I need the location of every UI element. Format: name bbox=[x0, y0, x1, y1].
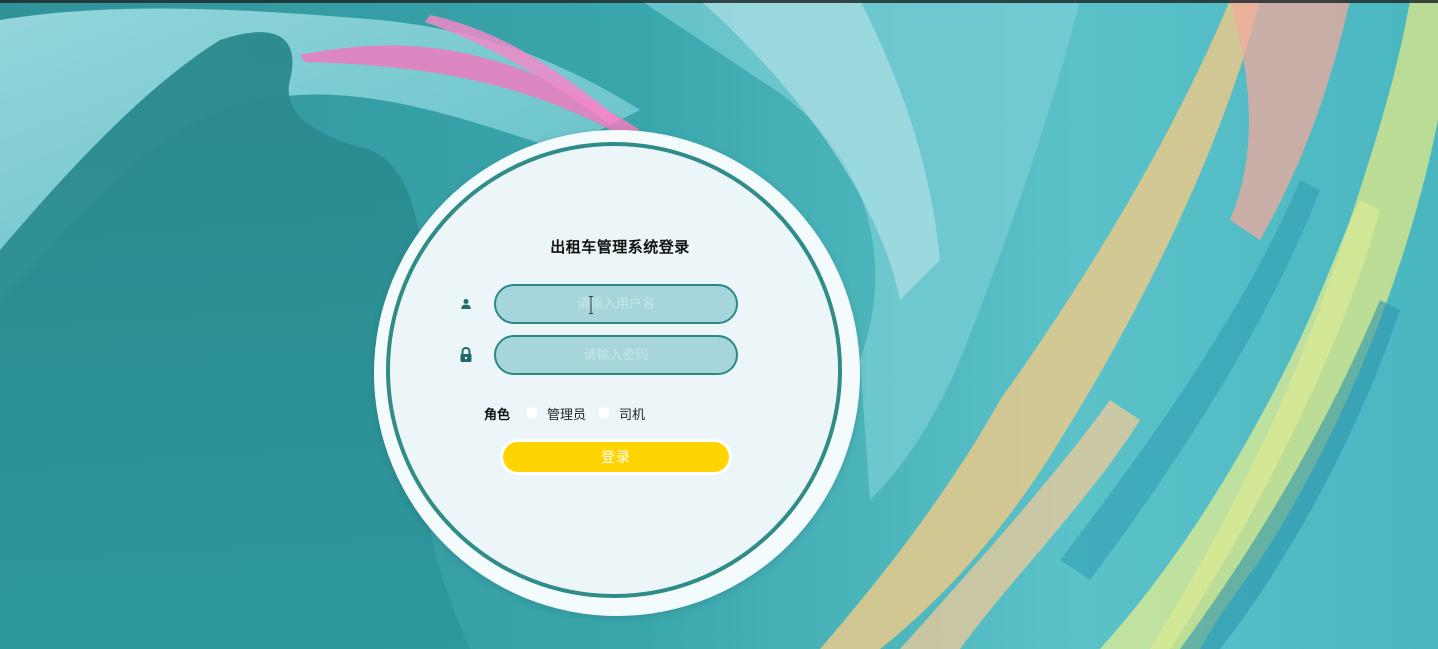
password-row bbox=[455, 335, 755, 375]
radio-admin[interactable] bbox=[526, 407, 539, 419]
login-button-label[interactable]: 登录 bbox=[503, 442, 729, 472]
window-top-border bbox=[0, 0, 1438, 3]
lock-icon bbox=[455, 344, 477, 366]
user-icon bbox=[455, 293, 477, 315]
radio-driver[interactable] bbox=[598, 407, 611, 419]
role-label: 角色 bbox=[484, 407, 511, 423]
role-option-driver-label: 司机 bbox=[619, 407, 646, 423]
password-input[interactable] bbox=[494, 335, 738, 375]
login-title: 出租车管理系统登录 bbox=[550, 238, 690, 256]
role-option-admin-label: 管理员 bbox=[547, 407, 587, 423]
text-cursor-icon bbox=[589, 296, 593, 314]
role-option-driver[interactable]: 司机 bbox=[598, 404, 645, 423]
role-option-admin[interactable]: 管理员 bbox=[526, 404, 586, 423]
role-selector: 角色 管理员 司机 bbox=[484, 403, 657, 423]
login-button[interactable]: 登录 bbox=[500, 439, 732, 475]
username-row bbox=[455, 284, 755, 324]
username-input[interactable] bbox=[494, 284, 738, 324]
